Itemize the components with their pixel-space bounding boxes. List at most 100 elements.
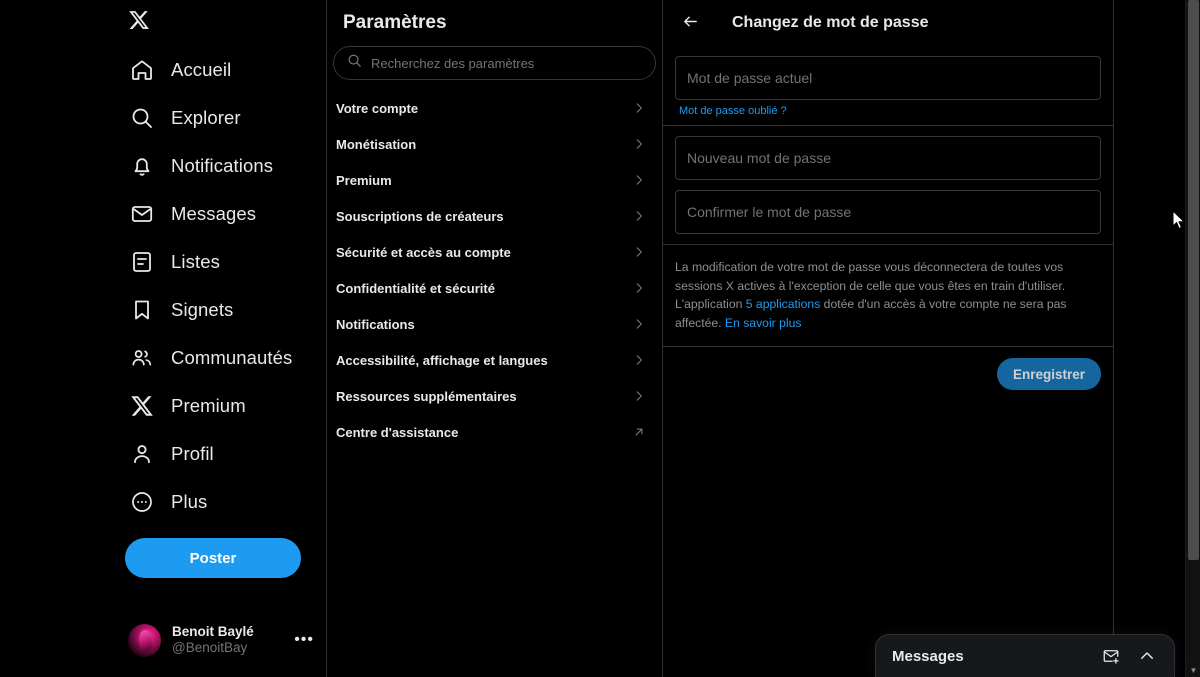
sidebar-item-label: Notifications: [171, 155, 274, 176]
settings-item-label: Votre compte: [336, 100, 419, 116]
settings-list: Votre compte Monétisation Premium Souscr…: [327, 90, 662, 450]
x-logo-icon: [129, 394, 154, 419]
settings-item-label: Premium: [336, 172, 392, 188]
detail-header: Changez de mot de passe: [663, 0, 1113, 46]
sidebar-item-explorer[interactable]: Explorer: [124, 96, 261, 140]
settings-item-centre-dassistance[interactable]: Centre d'assistance: [327, 414, 662, 450]
external-link-icon: [632, 425, 646, 439]
new-password-field[interactable]: [675, 136, 1101, 180]
settings-search-wrap: [327, 46, 662, 90]
x-settings-page: Accueil Explorer Notifications Messages: [0, 0, 1200, 677]
sidebar-item-profil[interactable]: Profil: [124, 432, 234, 476]
sidebar-item-communautes[interactable]: Communautés: [124, 336, 312, 380]
chevron-right-icon: [632, 317, 646, 331]
sidebar-item-label: Profil: [171, 443, 214, 464]
sidebar-item-plus[interactable]: Plus: [124, 480, 227, 524]
chevron-right-icon: [632, 353, 646, 367]
settings-item-ressources-supplementaires[interactable]: Ressources supplémentaires: [327, 378, 662, 414]
sidebar-item-label: Listes: [171, 251, 220, 272]
more-circle-icon: [129, 490, 154, 515]
chevron-right-icon: [632, 209, 646, 223]
account-display-name: Benoit Baylé: [172, 623, 254, 639]
settings-item-label: Souscriptions de créateurs: [336, 208, 504, 224]
settings-header: Paramètres: [327, 0, 662, 46]
account-handle: @BenoitBay: [172, 640, 248, 655]
account-switcher[interactable]: Benoit Baylé @BenoitBay •••: [128, 615, 318, 665]
search-icon: [347, 53, 362, 73]
settings-item-label: Notifications: [336, 316, 415, 332]
sidebar-item-premium[interactable]: Premium: [124, 384, 266, 428]
arrow-left-icon: [682, 13, 699, 33]
settings-item-premium[interactable]: Premium: [327, 162, 662, 198]
account-names: Benoit Baylé @BenoitBay: [172, 624, 283, 657]
mouse-cursor: [1172, 210, 1186, 230]
sidebar-item-label: Premium: [171, 395, 246, 416]
sidebar-item-messages[interactable]: Messages: [124, 192, 276, 236]
settings-item-votre-compte[interactable]: Votre compte: [327, 90, 662, 126]
chevron-right-icon: [632, 245, 646, 259]
apps-link[interactable]: 5 applications: [746, 297, 821, 311]
bookmark-icon: [129, 298, 154, 323]
sidebar-item-label: Signets: [171, 299, 234, 320]
sidebar-item-listes[interactable]: Listes: [124, 240, 240, 284]
primary-sidebar: Accueil Explorer Notifications Messages: [0, 0, 326, 677]
settings-item-label: Sécurité et accès au compte: [336, 244, 511, 260]
chevron-right-icon: [632, 173, 646, 187]
messages-dock[interactable]: Messages: [875, 634, 1175, 677]
sidebar-item-signets[interactable]: Signets: [124, 288, 253, 332]
list-icon: [129, 250, 154, 275]
change-password-panel: Changez de mot de passe Mot de passe oub…: [663, 0, 1114, 677]
settings-item-securite-et-acces-au-compte[interactable]: Sécurité et accès au compte: [327, 234, 662, 270]
x-logo-link[interactable]: [124, 0, 320, 44]
sidebar-item-label: Explorer: [171, 107, 241, 128]
settings-item-accessibilite-affichage-et-langues[interactable]: Accessibilité, affichage et langues: [327, 342, 662, 378]
learn-more-link[interactable]: En savoir plus: [725, 316, 802, 330]
x-logo-icon: [128, 9, 150, 36]
back-button[interactable]: [675, 8, 705, 38]
save-bar: Enregistrer: [663, 346, 1113, 401]
chevron-right-icon: [632, 137, 646, 151]
forgot-password-link[interactable]: Mot de passe oublié ?: [679, 105, 787, 117]
scrollbar-down-arrow[interactable]: ▼: [1186, 667, 1200, 675]
sidebar-item-accueil[interactable]: Accueil: [124, 48, 251, 92]
new-message-icon[interactable]: [1098, 643, 1124, 669]
communities-icon: [129, 346, 154, 371]
settings-item-label: Monétisation: [336, 136, 417, 152]
settings-item-notifications[interactable]: Notifications: [327, 306, 662, 342]
settings-item-souscriptions-de-createurs[interactable]: Souscriptions de créateurs: [327, 198, 662, 234]
chevron-up-icon[interactable]: [1134, 643, 1160, 669]
confirm-password-input[interactable]: [687, 204, 1089, 220]
search-input[interactable]: [371, 55, 642, 71]
new-password-block: [663, 125, 1113, 244]
settings-item-label: Centre d'assistance: [336, 424, 459, 440]
page-scrollbar[interactable]: ▼: [1185, 0, 1200, 677]
password-change-notice: La modification de votre mot de passe vo…: [663, 244, 1113, 346]
chevron-right-icon: [632, 101, 646, 115]
sidebar-item-label: Accueil: [171, 59, 232, 80]
settings-item-monetisation[interactable]: Monétisation: [327, 126, 662, 162]
search-icon: [129, 106, 154, 131]
current-password-block: Mot de passe oublié ?: [663, 46, 1113, 125]
settings-item-confidentialite-et-securite[interactable]: Confidentialité et sécurité: [327, 270, 662, 306]
page-title: Paramètres: [343, 12, 447, 33]
sidebar-item-notifications[interactable]: Notifications: [124, 144, 293, 188]
scrollbar-thumb[interactable]: [1188, 0, 1199, 560]
home-icon: [129, 58, 154, 83]
person-icon: [129, 442, 154, 467]
settings-item-label: Confidentialité et sécurité: [336, 280, 495, 296]
save-button[interactable]: Enregistrer: [996, 358, 1101, 391]
sidebar-item-label: Plus: [171, 491, 208, 512]
confirm-password-field[interactable]: [675, 190, 1101, 234]
settings-column: Paramètres Votre compte Monétisation Pre…: [327, 0, 662, 677]
post-button[interactable]: Poster: [125, 538, 301, 578]
current-password-field[interactable]: [675, 56, 1101, 100]
envelope-icon: [129, 202, 154, 227]
avatar: [128, 623, 161, 657]
chevron-right-icon: [632, 389, 646, 403]
settings-search-box[interactable]: [333, 46, 656, 80]
settings-item-label: Ressources supplémentaires: [336, 388, 517, 404]
current-password-input[interactable]: [687, 70, 1089, 86]
sidebar-item-label: Messages: [171, 203, 257, 224]
account-more-icon[interactable]: •••: [294, 631, 318, 649]
new-password-input[interactable]: [687, 150, 1089, 166]
